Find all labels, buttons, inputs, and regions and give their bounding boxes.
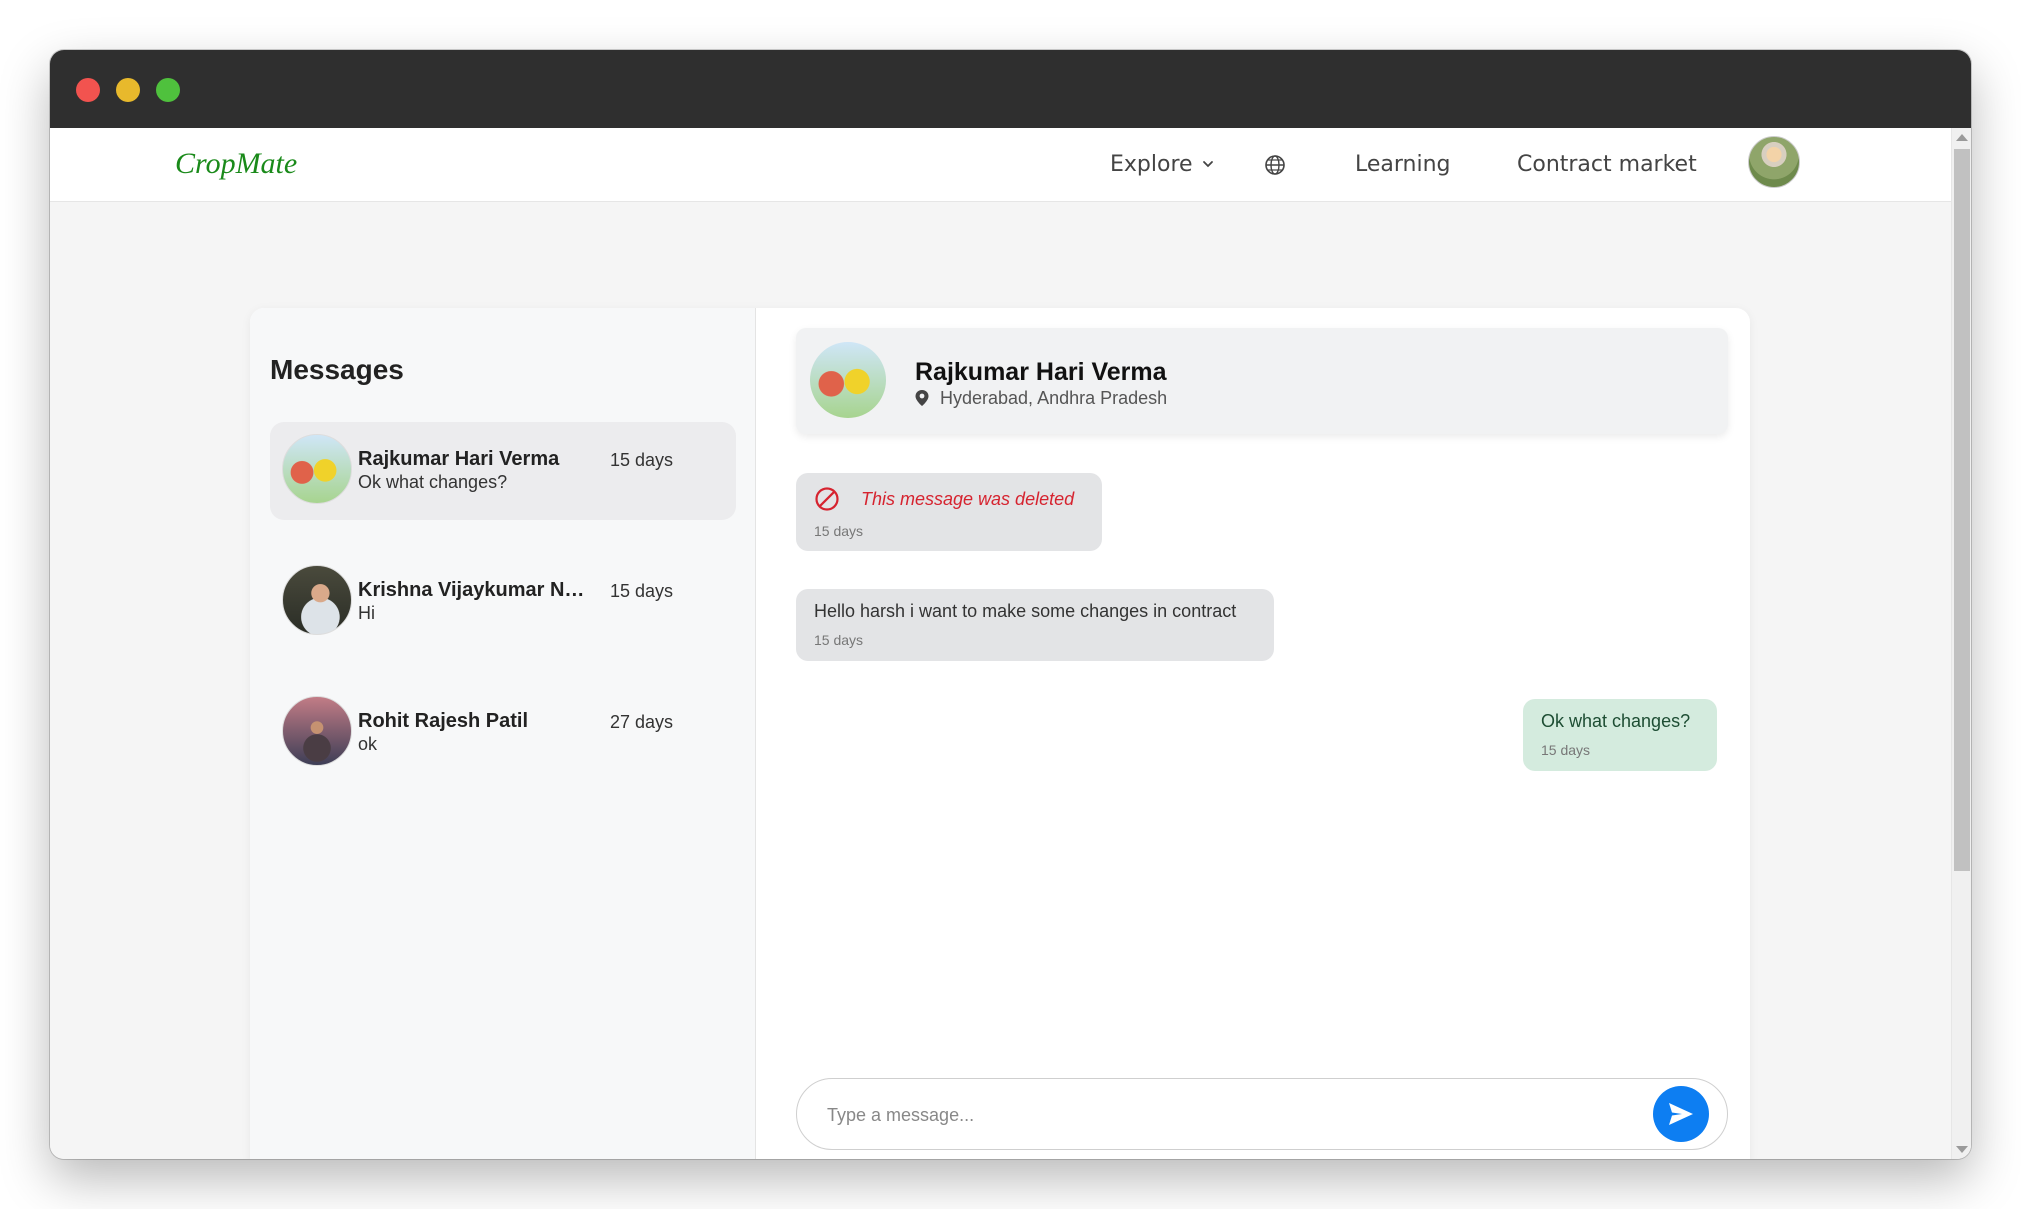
message-bubble: Hello harsh i want to make some changes … xyxy=(796,589,1274,661)
map-pin-icon xyxy=(915,390,929,406)
window-titlebar xyxy=(50,50,1971,128)
send-button[interactable] xyxy=(1653,1086,1709,1142)
conversation-sidebar: Messages Rajkumar Hari Verma 15 days Ok … xyxy=(250,308,756,1159)
avatar xyxy=(282,434,352,504)
message-time: 15 days xyxy=(814,632,864,648)
page-viewport: CropMate Explore Learning Contract marke… xyxy=(50,128,1971,1159)
contact-header: Rajkumar Hari Verma Hyderabad, Andhra Pr… xyxy=(796,328,1728,434)
conversation-last-message: Ok what changes? xyxy=(358,472,508,492)
ban-icon xyxy=(815,487,839,511)
nav-explore[interactable]: Explore xyxy=(1110,152,1193,177)
nav-contract-market[interactable]: Contract market xyxy=(1517,152,1697,177)
chevron-down-icon[interactable] xyxy=(1202,158,1214,170)
maximize-window-button[interactable] xyxy=(156,78,180,102)
conversation-name: Krishna Vijaykumar Naidu xyxy=(358,579,590,601)
scroll-down-arrow[interactable] xyxy=(1956,1146,1968,1153)
avatar xyxy=(282,565,352,635)
user-avatar[interactable] xyxy=(1748,136,1800,188)
deleted-message-text: This message was deleted xyxy=(861,489,1075,509)
message-bubble-outgoing: Ok what changes? 15 days xyxy=(1523,699,1717,771)
message-time: 15 days xyxy=(814,523,864,539)
chat-main: Rajkumar Hari Verma Hyderabad, Andhra Pr… xyxy=(756,308,1750,1159)
page-scrollbar[interactable] xyxy=(1951,128,1971,1159)
close-window-button[interactable] xyxy=(76,78,100,102)
brand-logo[interactable]: CropMate xyxy=(175,147,297,181)
conversation-time: 15 days xyxy=(610,581,674,601)
scroll-up-arrow[interactable] xyxy=(1956,134,1968,141)
avatar xyxy=(282,696,352,766)
message-bubble-deleted: This message was deleted 15 days xyxy=(796,473,1102,551)
message-text: Ok what changes? xyxy=(1541,711,1691,731)
browser-window: CropMate Explore Learning Contract marke… xyxy=(50,50,1971,1159)
conversation-last-message: ok xyxy=(358,734,378,754)
conversation-name: Rajkumar Hari Verma xyxy=(358,448,560,470)
message-time: 15 days xyxy=(1541,742,1591,758)
top-navbar: CropMate Explore Learning Contract marke… xyxy=(50,128,1951,202)
conversation-item[interactable]: Krishna Vijaykumar Naidu 15 days Hi xyxy=(270,553,736,651)
minimize-window-button[interactable] xyxy=(116,78,140,102)
scrollbar-thumb[interactable] xyxy=(1954,149,1970,871)
conversation-name: Rohit Rajesh Patil xyxy=(358,710,529,732)
chat-panel: Messages Rajkumar Hari Verma 15 days Ok … xyxy=(250,308,1750,1159)
message-composer xyxy=(796,1078,1728,1150)
message-text: Hello harsh i want to make some changes … xyxy=(814,601,1237,621)
messages-heading: Messages xyxy=(270,354,404,385)
globe-icon[interactable] xyxy=(1264,154,1286,176)
contact-name: Rajkumar Hari Verma xyxy=(915,358,1167,386)
nav-learning[interactable]: Learning xyxy=(1355,152,1451,177)
send-icon xyxy=(1669,1103,1693,1125)
avatar[interactable] xyxy=(810,342,886,418)
conversation-item[interactable]: Rajkumar Hari Verma 15 days Ok what chan… xyxy=(270,422,736,520)
conversation-last-message: Hi xyxy=(358,603,375,623)
conversation-time: 27 days xyxy=(610,712,674,732)
conversation-item[interactable]: Rohit Rajesh Patil 27 days ok xyxy=(270,684,736,782)
conversation-time: 15 days xyxy=(610,450,674,470)
message-input[interactable] xyxy=(827,1097,1647,1133)
contact-location: Hyderabad, Andhra Pradesh xyxy=(940,388,1168,408)
